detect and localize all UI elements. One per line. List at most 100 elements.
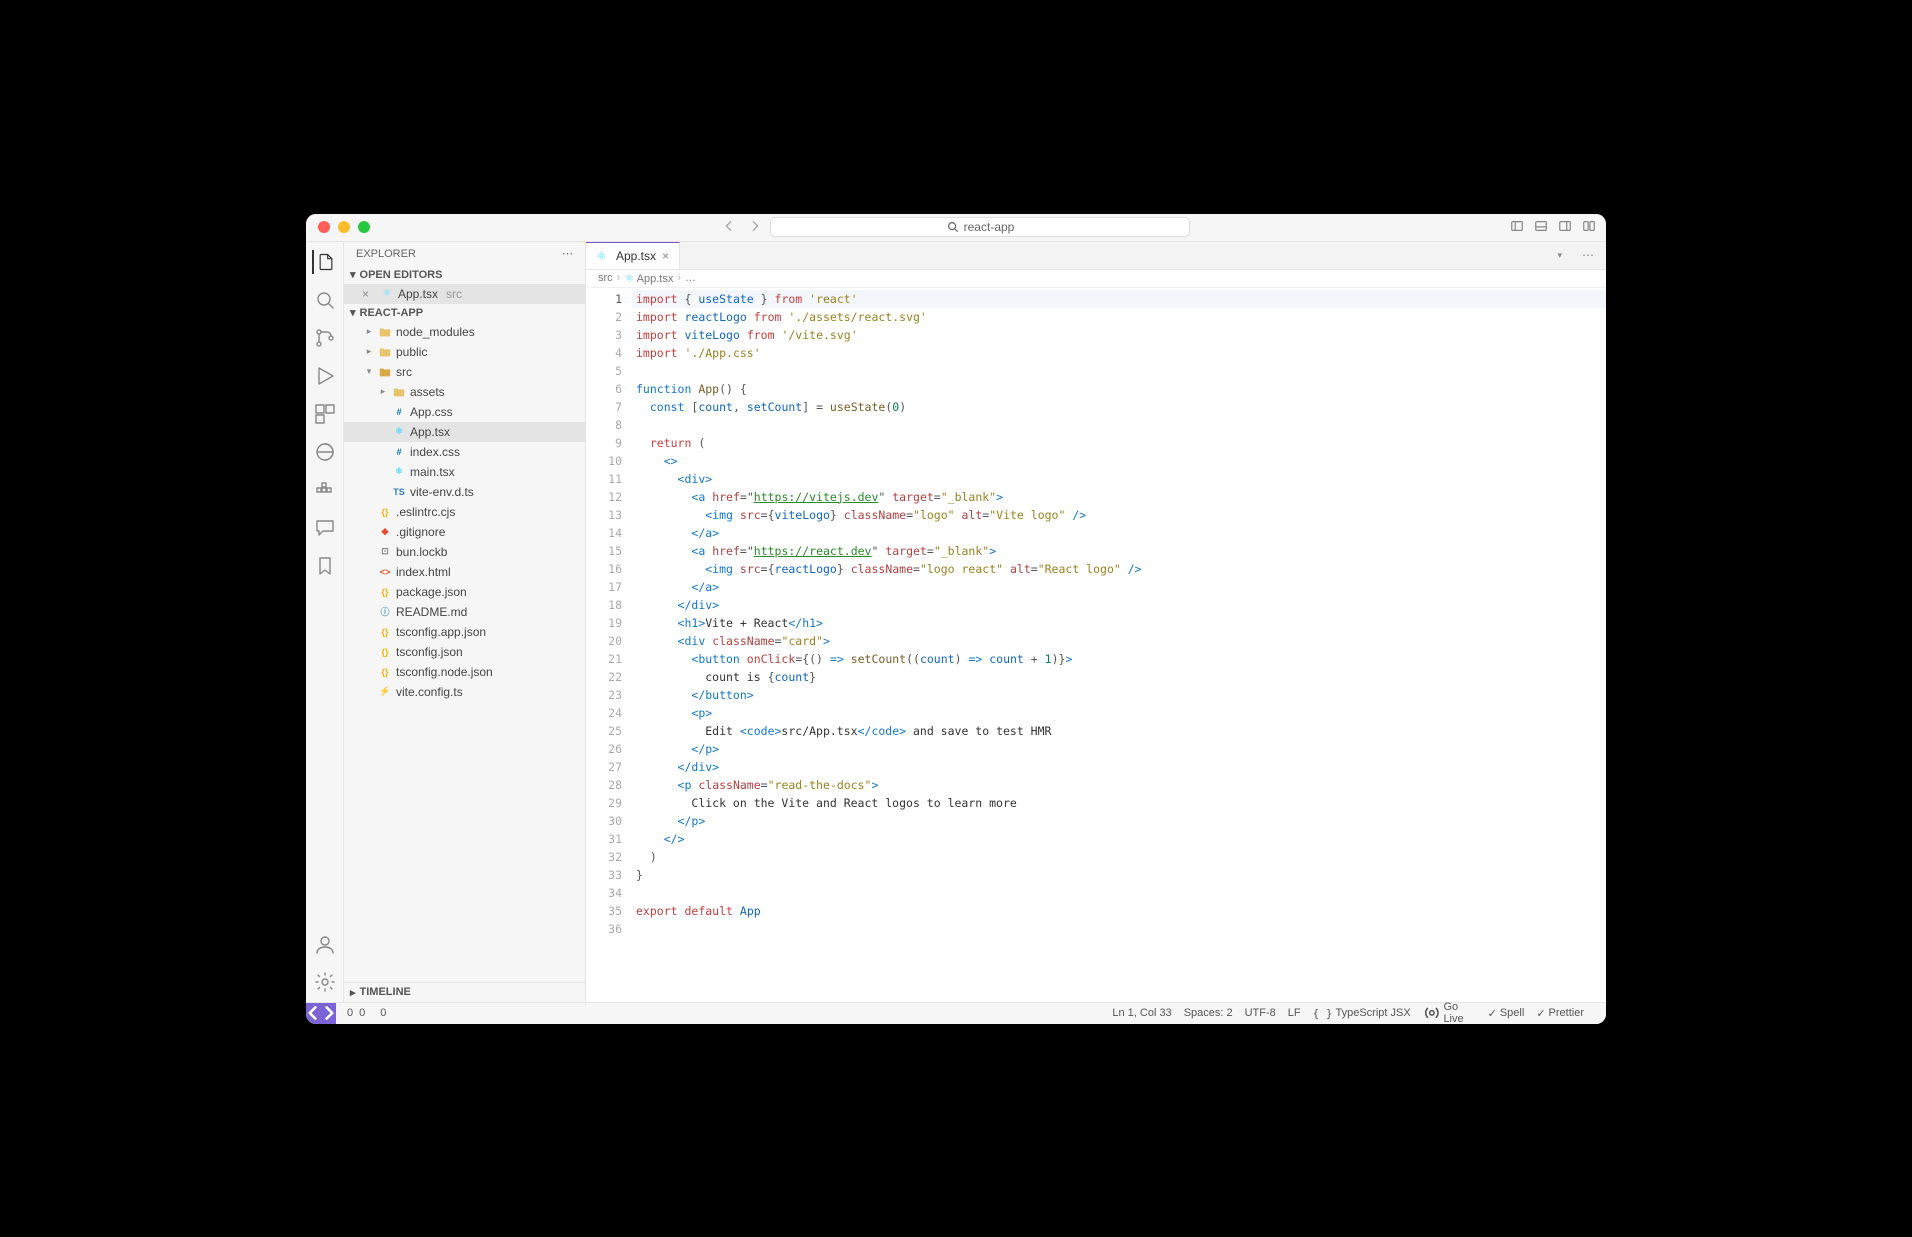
activity-extensions-icon[interactable] <box>313 402 337 426</box>
status-prettier[interactable]: ✓Prettier <box>1536 1007 1584 1020</box>
code-line[interactable]: </> <box>632 830 1606 848</box>
code-line[interactable]: <a href="https://vitejs.dev" target="_bl… <box>632 488 1606 506</box>
code-line[interactable]: export default App <box>632 902 1606 920</box>
file-item[interactable]: <>index.html <box>344 562 585 582</box>
code-line[interactable]: ) <box>632 848 1606 866</box>
code-content[interactable]: import { useState } from 'react'import r… <box>632 288 1606 1002</box>
remote-indicator[interactable] <box>306 1003 336 1024</box>
status-eol[interactable]: LF <box>1288 1007 1301 1019</box>
code-line[interactable]: <button onClick={() => setCount((count) … <box>632 650 1606 668</box>
file-item[interactable]: ⊡bun.lockb <box>344 542 585 562</box>
folder-item[interactable]: ▸assets <box>344 382 585 402</box>
open-editors-section[interactable]: ▾ OPEN EDITORS <box>344 266 585 284</box>
code-line[interactable] <box>632 416 1606 434</box>
nav-forward-button[interactable] <box>748 219 762 236</box>
code-editor[interactable]: 1234567891011121314151617181920212223242… <box>586 288 1606 1002</box>
file-item[interactable]: {}package.json <box>344 582 585 602</box>
breadcrumb-segment[interactable]: src <box>598 272 613 284</box>
code-line[interactable]: Click on the Vite and React logos to lea… <box>632 794 1606 812</box>
code-line[interactable]: </button> <box>632 686 1606 704</box>
code-line[interactable]: const [count, setCount] = useState(0) <box>632 398 1606 416</box>
file-item[interactable]: #index.css <box>344 442 585 462</box>
code-line[interactable] <box>632 920 1606 938</box>
minimize-window-button[interactable] <box>338 221 350 233</box>
code-line[interactable]: </a> <box>632 578 1606 596</box>
toggle-secondary-sidebar-icon[interactable] <box>1558 219 1572 236</box>
activity-docker-icon[interactable] <box>313 478 337 502</box>
code-line[interactable]: import viteLogo from '/vite.svg' <box>632 326 1606 344</box>
file-item[interactable]: ◆.gitignore <box>344 522 585 542</box>
status-ports[interactable]: 0 <box>377 1007 386 1019</box>
code-line[interactable]: </p> <box>632 812 1606 830</box>
close-window-button[interactable] <box>318 221 330 233</box>
folder-item[interactable]: ▾src <box>344 362 585 382</box>
project-section[interactable]: ▾ REACT-APP <box>344 304 585 322</box>
activity-search-icon[interactable] <box>313 288 337 312</box>
code-line[interactable] <box>632 884 1606 902</box>
code-line[interactable]: <div> <box>632 470 1606 488</box>
code-line[interactable]: <h1>Vite + React</h1> <box>632 614 1606 632</box>
toggle-panel-icon[interactable] <box>1534 219 1548 236</box>
code-line[interactable]: import './App.css' <box>632 344 1606 362</box>
file-item[interactable]: ⚛main.tsx <box>344 462 585 482</box>
code-line[interactable]: <img src={viteLogo} className="logo" alt… <box>632 506 1606 524</box>
activity-bookmark-icon[interactable] <box>313 554 337 578</box>
activity-settings-icon[interactable] <box>313 970 337 994</box>
status-language[interactable]: { }TypeScript JSX <box>1313 1007 1411 1020</box>
status-indentation[interactable]: Spaces: 2 <box>1184 1007 1233 1019</box>
status-cursor-position[interactable]: Ln 1, Col 33 <box>1112 1007 1171 1019</box>
toggle-primary-sidebar-icon[interactable] <box>1510 219 1524 236</box>
nav-back-button[interactable] <box>722 219 736 236</box>
status-problems[interactable]: 0 0 <box>344 1007 365 1019</box>
file-item[interactable]: ⓘREADME.md <box>344 602 585 622</box>
status-golive[interactable]: Go Live <box>1423 1001 1464 1024</box>
activity-remote-icon[interactable] <box>313 440 337 464</box>
editor-more-icon[interactable]: ⋯ <box>1582 248 1594 262</box>
folder-item[interactable]: ▸public <box>344 342 585 362</box>
breadcrumb-segment[interactable]: … <box>685 272 696 284</box>
close-icon[interactable]: × <box>362 287 376 301</box>
status-spell[interactable]: ✓Spell <box>1488 1007 1525 1020</box>
code-line[interactable]: <p> <box>632 704 1606 722</box>
explorer-more-icon[interactable]: ⋯ <box>562 247 573 260</box>
file-item[interactable]: {}.eslintrc.cjs <box>344 502 585 522</box>
code-line[interactable]: </div> <box>632 758 1606 776</box>
file-item[interactable]: #App.css <box>344 402 585 422</box>
file-item[interactable]: {}tsconfig.node.json <box>344 662 585 682</box>
code-line[interactable]: </p> <box>632 740 1606 758</box>
code-line[interactable]: <p className="read-the-docs"> <box>632 776 1606 794</box>
activity-chat-icon[interactable] <box>313 516 337 540</box>
file-item[interactable]: ⚡vite.config.ts <box>344 682 585 702</box>
activity-accounts-icon[interactable] <box>313 932 337 956</box>
code-line[interactable]: return ( <box>632 434 1606 452</box>
command-center-search[interactable]: react-app <box>770 217 1190 237</box>
code-line[interactable]: import reactLogo from './assets/react.sv… <box>632 308 1606 326</box>
code-line[interactable]: <a href="https://react.dev" target="_bla… <box>632 542 1606 560</box>
file-item[interactable]: ⚛App.tsx <box>344 422 585 442</box>
activity-run-debug-icon[interactable] <box>313 364 337 388</box>
code-line[interactable]: </a> <box>632 524 1606 542</box>
activity-explorer-icon[interactable] <box>312 250 336 274</box>
customize-layout-icon[interactable] <box>1582 219 1596 236</box>
folder-item[interactable]: ▸node_modules <box>344 322 585 342</box>
activity-source-control-icon[interactable] <box>313 326 337 350</box>
maximize-window-button[interactable] <box>358 221 370 233</box>
timeline-section[interactable]: ▸ TIMELINE <box>344 982 585 1002</box>
tab-close-icon[interactable]: × <box>662 249 669 263</box>
breadcrumbs[interactable]: src›⚛ App.tsx›… <box>586 270 1606 288</box>
code-line[interactable]: import { useState } from 'react' <box>632 290 1606 308</box>
file-item[interactable]: {}tsconfig.app.json <box>344 622 585 642</box>
run-dropdown-icon[interactable]: ▾ <box>1557 250 1562 261</box>
code-line[interactable]: Edit <code>src/App.tsx</code> and save t… <box>632 722 1606 740</box>
code-line[interactable]: <div className="card"> <box>632 632 1606 650</box>
code-line[interactable]: function App() { <box>632 380 1606 398</box>
tab-app-tsx[interactable]: ⚛ App.tsx × <box>586 242 680 269</box>
code-line[interactable]: count is {count} <box>632 668 1606 686</box>
open-editor-item[interactable]: × ⚛ App.tsx src <box>344 284 585 304</box>
code-line[interactable]: } <box>632 866 1606 884</box>
status-encoding[interactable]: UTF-8 <box>1245 1007 1276 1019</box>
code-line[interactable]: <> <box>632 452 1606 470</box>
code-line[interactable]: <img src={reactLogo} className="logo rea… <box>632 560 1606 578</box>
file-item[interactable]: TSvite-env.d.ts <box>344 482 585 502</box>
code-line[interactable]: </div> <box>632 596 1606 614</box>
